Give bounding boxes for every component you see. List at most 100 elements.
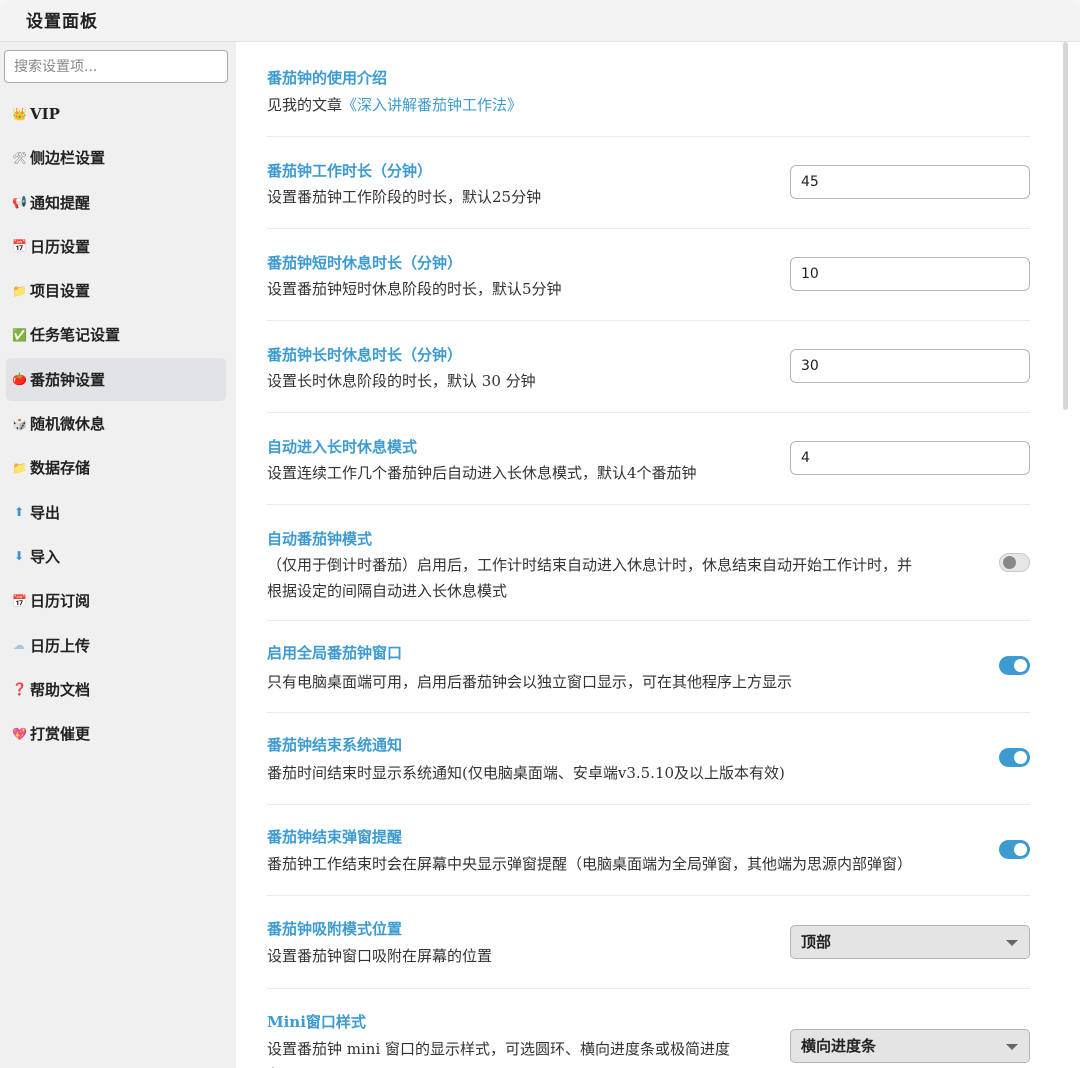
section-auto-mode: 自动番茄钟模式 （仅用于倒计时番茄）启用后，工作计时结束自动进入休息计时，休息结… [267, 505, 1030, 621]
section-title: 番茄钟结束弹窗提醒 [267, 828, 403, 846]
toggle-knob [1014, 659, 1027, 672]
section-auto-long-break: 自动进入长时休息模式 设置连续工作几个番茄钟后自动进入长休息模式，默认4个番茄钟 [267, 413, 1030, 505]
global-window-toggle[interactable] [999, 656, 1030, 675]
short-break-input[interactable] [790, 257, 1030, 291]
section-work-duration: 番茄钟工作时长（分钟） 设置番茄钟工作阶段的时长，默认25分钟 [267, 137, 1030, 229]
section-dock-position: 番茄钟吸附模式位置 设置番茄钟窗口吸附在屏幕的位置 顶部 [267, 896, 1030, 989]
section-global-window: 启用全局番茄钟窗口 只有电脑桌面端可用，启用后番茄钟会以独立窗口显示，可在其他程… [267, 621, 1030, 713]
toggle-knob [1003, 556, 1016, 569]
sidebar-item-3[interactable]: 📅 日历设置 [6, 225, 226, 268]
sidebar-nav: 👑 VIP 🛠 侧边栏设置 📢 通知提醒 📅 日历设置 📁 项目设置 ✅ 任务笔记设置 🍅 番茄钟设置 🎲 随… [6, 92, 226, 756]
bell-icon: 📢 [12, 195, 27, 210]
section-title: 番茄钟工作时长（分钟） [267, 162, 433, 180]
sidebar-item-label: 数据存储 [30, 459, 91, 478]
sidebar-item-label: 日历订阅 [30, 592, 91, 611]
sidebar-item-label: 导出 [30, 503, 61, 522]
desc-line: 设置番茄钟 mini 窗口的显示样式，可选圆环、横向进度条或极简进度 [267, 1040, 731, 1058]
sidebar-item-8[interactable]: 📁 数据存储 [6, 446, 226, 489]
section-title: 番茄钟结束系统通知 [267, 736, 403, 754]
sidebar-item-10[interactable]: ⬇ 导入 [6, 535, 226, 578]
sidebar-item-label: 项目设置 [30, 282, 91, 301]
work-duration-input[interactable] [790, 165, 1030, 199]
section-mini-style: Mini窗口样式 设置番茄钟 mini 窗口的显示样式，可选圆环、横向进度条或极… [267, 989, 1030, 1068]
sidebar-item-label: 日历设置 [30, 237, 91, 256]
sidebar-item-2[interactable]: 📢 通知提醒 [6, 181, 226, 224]
section-title: 番茄钟短时休息时长（分钟） [267, 254, 463, 272]
title-bar: 设置面板 [0, 0, 1080, 42]
calendar-icon: 📅 [12, 239, 27, 254]
sidebar-item-label: VIP [30, 104, 60, 123]
section-desc: 见我的文章《深入讲解番茄钟工作法》 [267, 92, 522, 118]
tomato-icon: 🍅 [12, 372, 27, 387]
sidebar-item-label: 任务笔记设置 [30, 326, 121, 345]
settings-content: 番茄钟的使用介绍 见我的文章《深入讲解番茄钟工作法》 番茄钟工作时长（分钟） 设… [236, 42, 1080, 1068]
question-icon: ❓ [12, 682, 27, 697]
long-break-input[interactable] [790, 349, 1030, 383]
section-desc: 番茄时间结束时显示系统通知(仅电脑桌面端、安卓端v3.5.10及以上版本有效) [267, 764, 785, 782]
section-title: 自动进入长时休息模式 [267, 438, 418, 456]
settings-window: 设置面板 👑VIP🛠侧边栏设置📢通知提醒📅日历设置📁项目设置✅任务笔记设置🍅番茄… [0, 0, 1080, 1068]
dock-position-select[interactable]: 顶部 [790, 925, 1030, 959]
select-value: 顶部 [801, 933, 832, 951]
popup-notify-toggle[interactable] [999, 840, 1030, 859]
arrow-up-icon: ⬆ [13, 505, 25, 520]
section-desc: 只有电脑桌面端可用，启用后番茄钟会以独立窗口显示，可在其他程序上方显示 [267, 673, 793, 691]
dice-icon: 🎲 [12, 416, 27, 431]
sidebar-item-14[interactable]: 💖 打赏催更 [6, 712, 226, 755]
chevron-down-icon [1006, 940, 1018, 946]
section-intro: 番茄钟的使用介绍 见我的文章《深入讲解番茄钟工作法》 [267, 42, 1030, 137]
auto-mode-toggle[interactable] [999, 553, 1030, 572]
sidebar-item-label: 通知提醒 [30, 193, 91, 212]
folder-icon: 📁 [12, 283, 27, 298]
select-value: 横向进度条 [801, 1037, 877, 1055]
sidebar-item-11[interactable]: 📅 日历订阅 [6, 579, 226, 622]
mini-style-select[interactable]: 横向进度条 [790, 1029, 1030, 1063]
article-link[interactable]: 《深入讲解番茄钟工作法》 [342, 96, 522, 114]
sidebar-item-4[interactable]: 📁 项目设置 [6, 269, 226, 312]
window-title: 设置面板 [26, 12, 98, 32]
system-notify-toggle[interactable] [999, 748, 1030, 767]
sidebar: 👑VIP🛠侧边栏设置📢通知提醒📅日历设置📁项目设置✅任务笔记设置🍅番茄钟设置🎲随… [0, 42, 236, 1068]
section-title: 启用全局番茄钟窗口 [267, 644, 403, 662]
crown-icon: 👑 [12, 106, 27, 121]
sidebar-item-6[interactable]: 🍅 番茄钟设置 [6, 357, 226, 401]
sidebar-item-label: 日历上传 [30, 636, 91, 655]
sidebar-item-12[interactable]: ☁ 日历上传 [6, 624, 226, 667]
section-desc: 设置连续工作几个番茄钟后自动进入长休息模式，默认4个番茄钟 [267, 464, 697, 482]
cloud-icon: ☁ [13, 638, 25, 653]
desc-line: 根据设定的间隔自动进入长休息模式 [267, 582, 508, 600]
toggle-knob [1014, 843, 1027, 856]
section-desc: 番茄钟工作结束时会在屏幕中央显示弹窗提醒（电脑桌面端为全局弹窗，其他端为思源内部… [267, 855, 913, 873]
section-title: 番茄钟的使用介绍 [267, 69, 388, 87]
sidebar-item-9[interactable]: ⬆ 导出 [6, 491, 226, 534]
section-short-break: 番茄钟短时休息时长（分钟） 设置番茄钟短时休息阶段的时长，默认5分钟 [267, 229, 1030, 321]
sidebar-item-7[interactable]: 🎲 随机微休息 [6, 402, 226, 445]
heart-icon: 💖 [12, 726, 27, 741]
section-desc: （仅用于倒计时番茄）启用后，工作计时结束自动进入休息计时，休息结束自动开始工作计… [267, 552, 997, 604]
desc-line: 条 [267, 1062, 787, 1068]
sidebar-item-label: 打赏催更 [30, 725, 91, 744]
sidebar-item-label: 导入 [30, 547, 61, 566]
section-desc: 设置番茄钟窗口吸附在屏幕的位置 [267, 947, 493, 965]
section-title: 番茄钟长时休息时长（分钟） [267, 346, 463, 364]
section-popup-notify: 番茄钟结束弹窗提醒 番茄钟工作结束时会在屏幕中央显示弹窗提醒（电脑桌面端为全局弹… [267, 805, 1030, 896]
sidebar-item-label: 帮助文档 [30, 680, 91, 699]
sidebar-item-label: 随机微休息 [30, 415, 106, 434]
sidebar-item-13[interactable]: ❓ 帮助文档 [6, 668, 226, 711]
long-break-interval-input[interactable] [790, 441, 1030, 475]
search-input[interactable] [4, 50, 228, 83]
arrow-down-icon: ⬇ [13, 549, 25, 564]
section-system-notify: 番茄钟结束系统通知 番茄时间结束时显示系统通知(仅电脑桌面端、安卓端v3.5.1… [267, 713, 1030, 805]
sidebar-item-5[interactable]: ✅ 任务笔记设置 [6, 313, 226, 356]
sidebar-item-1[interactable]: 🛠 侧边栏设置 [6, 136, 226, 179]
scrollbar-thumb[interactable] [1063, 42, 1068, 410]
sidebar-item-label: 侧边栏设置 [30, 149, 106, 168]
section-long-break: 番茄钟长时休息时长（分钟） 设置长时休息阶段的时长，默认 30 分钟 [267, 321, 1030, 413]
section-desc: 设置番茄钟工作阶段的时长，默认25分钟 [267, 188, 542, 206]
section-title: 番茄钟吸附模式位置 [267, 920, 403, 938]
section-desc: 设置长时休息阶段的时长，默认 30 分钟 [267, 372, 536, 390]
sidebar-item-0[interactable]: 👑 VIP [6, 92, 226, 135]
section-title: Mini窗口样式 [267, 1013, 366, 1031]
tools-icon: 🛠 [12, 150, 28, 165]
sidebar-item-label: 番茄钟设置 [30, 370, 106, 389]
